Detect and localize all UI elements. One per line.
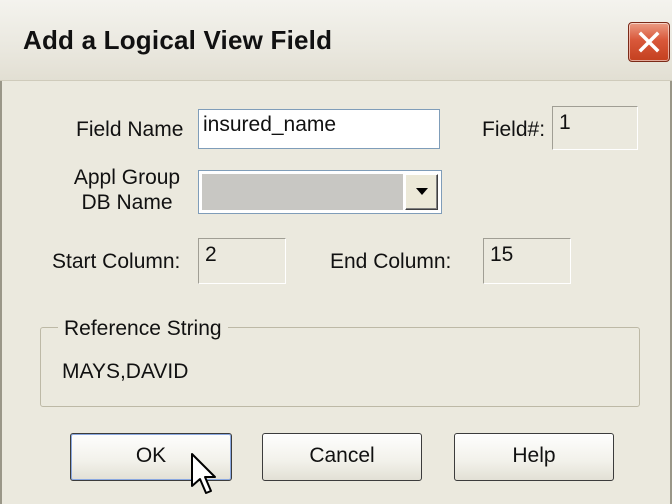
reference-string-legend: Reference String bbox=[58, 317, 228, 341]
field-name-label: Field Name bbox=[76, 118, 184, 141]
mouse-cursor-icon bbox=[191, 453, 216, 494]
field-number-label: Field#: bbox=[482, 118, 546, 141]
cancel-button[interactable]: Cancel bbox=[262, 433, 422, 481]
close-button[interactable] bbox=[628, 22, 670, 62]
reference-string-value: MAYS,DAVID bbox=[62, 360, 189, 383]
field-name-input[interactable]: insured_name bbox=[198, 109, 440, 149]
chevron-down-icon bbox=[416, 188, 428, 195]
appl-group-dropdown[interactable] bbox=[198, 170, 442, 214]
end-column-value: 15 bbox=[483, 238, 571, 284]
end-column-label: End Column: bbox=[330, 250, 452, 273]
dialog-title: Add a Logical View Field bbox=[23, 25, 333, 55]
field-number-value: 1 bbox=[552, 106, 638, 150]
close-icon bbox=[638, 31, 660, 53]
help-button[interactable]: Help bbox=[454, 433, 614, 481]
title-bar[interactable]: Add a Logical View Field bbox=[0, 0, 672, 81]
appl-group-label-line2: DB Name bbox=[81, 191, 173, 214]
appl-group-label-line1: Appl Group bbox=[73, 166, 181, 189]
start-column-value: 2 bbox=[198, 238, 286, 284]
start-column-label: Start Column: bbox=[52, 250, 181, 273]
appl-group-label: Appl Group DB Name bbox=[72, 165, 182, 215]
dropdown-arrow-button[interactable] bbox=[405, 174, 438, 210]
appl-group-dropdown-value[interactable] bbox=[202, 174, 403, 210]
